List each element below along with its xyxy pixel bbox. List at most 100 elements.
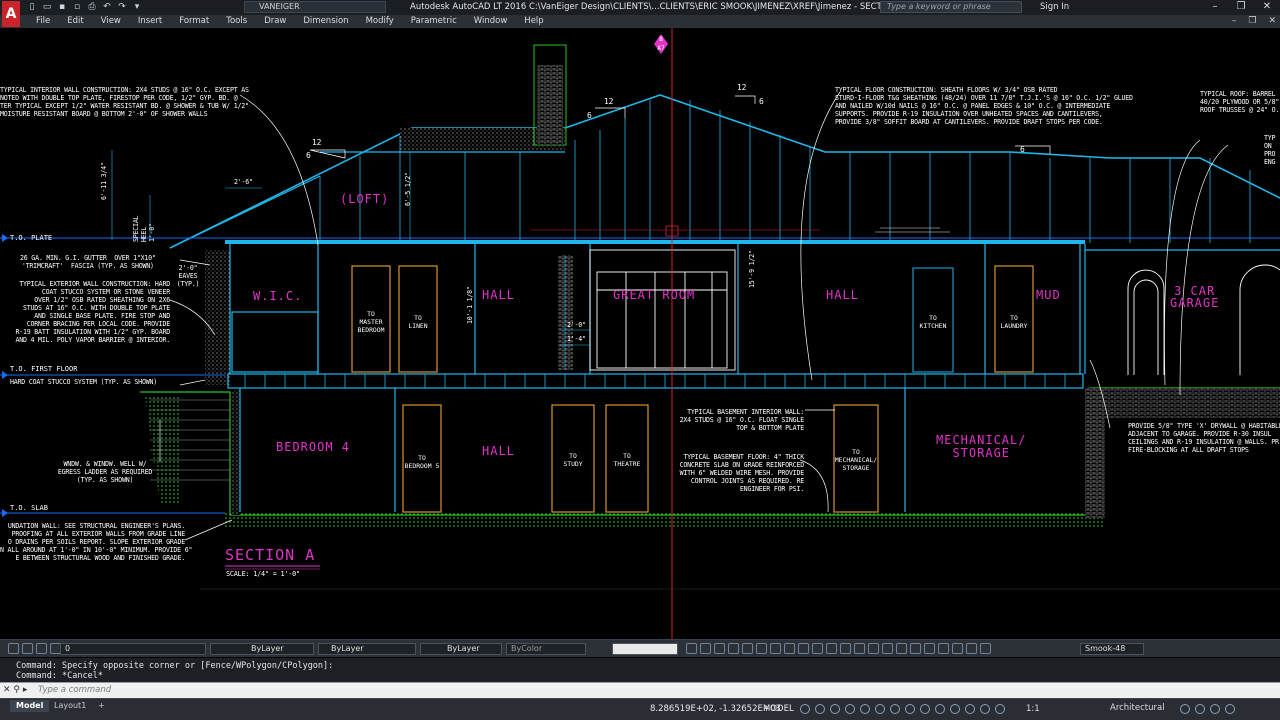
- menu-edit[interactable]: Edit: [67, 15, 83, 28]
- app-logo-icon[interactable]: A: [2, 1, 20, 27]
- rotate-icon[interactable]: [728, 643, 739, 654]
- menu-window[interactable]: Window: [474, 15, 508, 28]
- array-icon[interactable]: [826, 643, 837, 654]
- tab-layout1[interactable]: Layout1: [48, 700, 92, 712]
- menu-view[interactable]: View: [101, 15, 121, 28]
- quick-properties-icon[interactable]: [1180, 704, 1190, 714]
- drawing-close-icon[interactable]: ✕: [1268, 15, 1276, 28]
- add-layout-icon[interactable]: +: [92, 700, 111, 712]
- drawing-window-controls: – ❐ ✕: [1232, 15, 1276, 28]
- open-folder-icon[interactable]: ▭: [41, 2, 53, 13]
- dim-eaves: 2'-0" EAVES (TYP.): [176, 264, 200, 288]
- menu-dimension[interactable]: Dimension: [303, 15, 348, 28]
- dimstyle-dropdown[interactable]: Smook-48: [1080, 643, 1144, 655]
- menu-format[interactable]: Format: [179, 15, 209, 28]
- workspace-icon[interactable]: [965, 704, 975, 714]
- linetype-dropdown[interactable]: ByLayer: [318, 643, 416, 655]
- explode-icon[interactable]: [840, 643, 851, 654]
- block-icon[interactable]: [952, 643, 963, 654]
- more-icon[interactable]: ▾: [131, 2, 143, 13]
- fillet-icon[interactable]: [798, 643, 809, 654]
- door-laundry: TO LAUNDRY: [1000, 314, 1028, 330]
- properties-icon[interactable]: [980, 643, 991, 654]
- tab-model[interactable]: Model: [10, 700, 50, 712]
- otrack-icon[interactable]: [875, 704, 885, 714]
- lock-ui-icon[interactable]: [1195, 704, 1205, 714]
- save-icon[interactable]: ▪: [56, 2, 68, 13]
- customize-icon[interactable]: [1225, 704, 1235, 714]
- arc-icon[interactable]: [882, 643, 893, 654]
- osnap-icon[interactable]: [860, 704, 870, 714]
- grid-icon[interactable]: [800, 704, 810, 714]
- lock-icon[interactable]: [36, 643, 47, 654]
- move-icon[interactable]: [686, 643, 697, 654]
- units-dropdown[interactable]: Architectural: [1110, 703, 1165, 713]
- menu-help[interactable]: Help: [524, 15, 543, 28]
- menu-draw[interactable]: Draw: [264, 15, 286, 28]
- workspace-selector[interactable]: VANEIGER: [244, 1, 386, 13]
- close-command-icon[interactable]: ✕ ⚲ ▸: [3, 685, 27, 695]
- insert-icon[interactable]: [966, 643, 977, 654]
- dim-1-4: 1'-4": [567, 335, 586, 343]
- layer-dropdown[interactable]: 0: [60, 643, 206, 655]
- drawing-minimize-icon[interactable]: –: [1232, 15, 1237, 28]
- annotation-scale[interactable]: 1:1: [1026, 704, 1040, 714]
- menu-modify[interactable]: Modify: [366, 15, 394, 28]
- stretch-icon[interactable]: [714, 643, 725, 654]
- clean-screen-icon[interactable]: [1210, 704, 1220, 714]
- drawing-canvas[interactable]: B A7 TYPICAL INTERIOR WALL CONSTRUCTION:…: [0, 28, 1280, 639]
- menu-file[interactable]: File: [36, 15, 50, 28]
- command-line[interactable]: ✕ ⚲ ▸ Type a command: [0, 682, 1280, 698]
- model-space-toggle[interactable]: MODEL: [763, 704, 794, 714]
- auto-scale-icon[interactable]: [995, 704, 1005, 714]
- text-icon[interactable]: [924, 643, 935, 654]
- sign-in-button[interactable]: Sign In: [1030, 2, 1069, 12]
- lineweight-dropdown[interactable]: ByLayer: [420, 643, 502, 655]
- lineweight-icon[interactable]: [890, 704, 900, 714]
- color-dropdown[interactable]: ByLayer: [210, 643, 314, 655]
- menu-tools[interactable]: Tools: [226, 15, 247, 28]
- search-input[interactable]: Type a keyword or phrase: [880, 1, 1022, 13]
- menu-insert[interactable]: Insert: [138, 15, 162, 28]
- annotate-visibility-icon[interactable]: [980, 704, 990, 714]
- circle-icon[interactable]: [868, 643, 879, 654]
- note-floor: TYPICAL FLOOR CONSTRUCTION: SHEATH FLOOR…: [835, 86, 1133, 126]
- redo-icon[interactable]: ↷: [116, 2, 128, 13]
- polar-icon[interactable]: [845, 704, 855, 714]
- dim-icon[interactable]: [938, 643, 949, 654]
- bulb-icon[interactable]: [8, 643, 19, 654]
- undo-icon[interactable]: ↶: [101, 2, 113, 13]
- scale-icon[interactable]: [756, 643, 767, 654]
- command-input[interactable]: Type a command: [38, 685, 111, 695]
- new-file-icon[interactable]: ▯: [26, 2, 38, 13]
- extend-icon[interactable]: [784, 643, 795, 654]
- minimize-icon[interactable]: –: [1202, 0, 1228, 14]
- annotation-icon[interactable]: [935, 704, 945, 714]
- close-icon[interactable]: ✕: [1254, 0, 1280, 14]
- hatch-icon[interactable]: [910, 643, 921, 654]
- restore-icon[interactable]: ❐: [1228, 0, 1254, 14]
- room-bedroom-4: BEDROOM 4: [276, 440, 351, 454]
- line-icon[interactable]: [854, 643, 865, 654]
- offset-icon[interactable]: [812, 643, 823, 654]
- selection-cycling-icon[interactable]: [920, 704, 930, 714]
- menu-parametric[interactable]: Parametric: [411, 15, 457, 28]
- transparency-icon[interactable]: [905, 704, 915, 714]
- rectangle-icon[interactable]: [896, 643, 907, 654]
- sun-icon[interactable]: [22, 643, 33, 654]
- section-scale: SCALE: 1/4" = 1'-0": [226, 570, 300, 578]
- snap-icon[interactable]: [815, 704, 825, 714]
- drawing-restore-icon[interactable]: ❐: [1248, 15, 1256, 28]
- plotstyle-dropdown[interactable]: ByColor: [506, 643, 586, 655]
- level-first-floor-label: T.O. FIRST FLOOR: [10, 365, 78, 373]
- mirror-icon[interactable]: [742, 643, 753, 654]
- door-linen: TO LINEN: [408, 314, 428, 330]
- trim-icon[interactable]: [770, 643, 781, 654]
- print-icon[interactable]: ⎙: [86, 2, 98, 13]
- room-hall-upper-right: HALL: [826, 288, 859, 302]
- isolate-icon[interactable]: [950, 704, 960, 714]
- search-field[interactable]: [612, 643, 678, 655]
- ortho-icon[interactable]: [830, 704, 840, 714]
- save-as-icon[interactable]: ▫: [71, 2, 83, 13]
- copy-icon[interactable]: [700, 643, 711, 654]
